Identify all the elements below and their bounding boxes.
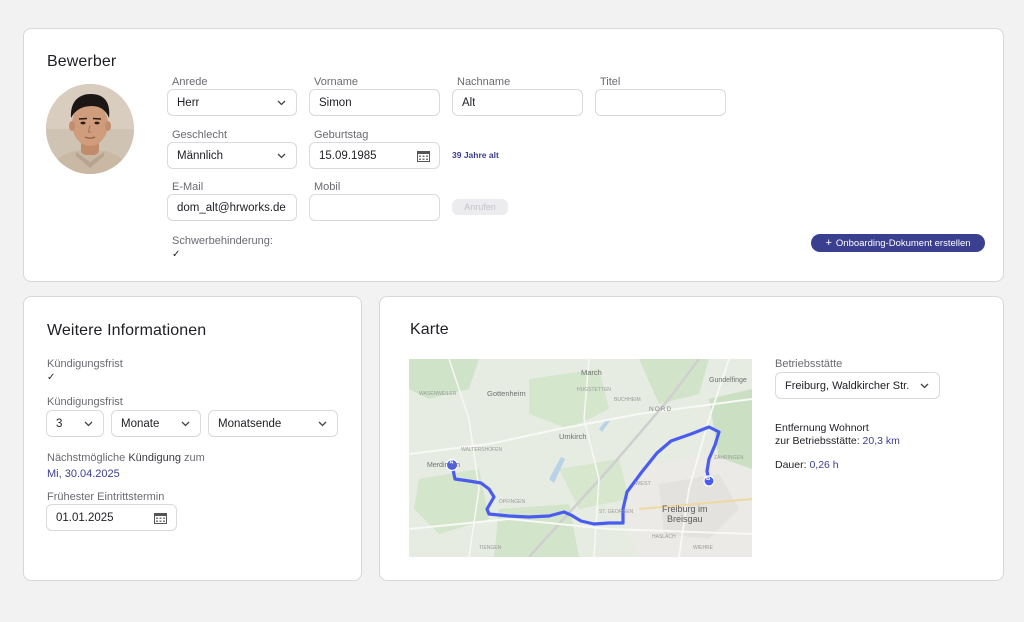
map-label-gottenheim: Gottenheim [487, 389, 526, 398]
first-name-value: Simon [319, 96, 352, 109]
map-label-wasenweiler: WASENWEILER [419, 391, 457, 397]
map-label-gundelfingen: Gundelfinge [709, 377, 747, 384]
age-text: 39 Jahre alt [452, 150, 499, 160]
duration-info: Dauer: 0,26 h [775, 459, 839, 471]
first-name-label: Vorname [314, 76, 359, 88]
notice-end-select[interactable]: Monatsende [208, 410, 338, 437]
earliest-start-input[interactable]: 01.01.2025 [46, 504, 177, 531]
email-value: dom_alt@hrworks.de [177, 201, 286, 214]
salutation-label: Anrede [172, 76, 208, 88]
mobile-input[interactable] [309, 194, 440, 221]
site-label: Betriebsstätte [775, 358, 843, 370]
gender-label: Geschlecht [172, 129, 228, 141]
chevron-down-icon [84, 421, 93, 427]
distance-label-line1: Entfernung Wohnort [775, 422, 869, 434]
last-name-input[interactable]: Alt [452, 89, 583, 116]
next-termination-value: Mi, 30.04.2025 [47, 468, 120, 480]
distance-info: Entfernung Wohnort zur Betriebsstätte: 2… [775, 422, 900, 448]
distance-value: 20,3 km [862, 435, 900, 447]
map-label-merdingen: Merdingen [427, 462, 461, 469]
academic-title-input[interactable] [595, 89, 726, 116]
notice-unit-value: Monate [121, 417, 160, 430]
birthday-input[interactable]: 15.09.1985 [309, 142, 440, 169]
onboarding-button-label: Onboarding-Dokument erstellen [835, 237, 971, 249]
last-name-label: Nachname [457, 76, 511, 88]
gender-select[interactable]: Männlich [167, 142, 297, 169]
first-name-input[interactable]: Simon [309, 89, 440, 116]
create-onboarding-document-button[interactable]: + Onboarding-Dokument erstellen [811, 234, 985, 252]
map-label-tiengen: TIENGEN [479, 545, 502, 551]
salutation-select[interactable]: Herr [167, 89, 297, 116]
avatar-photo [46, 84, 134, 174]
map-label-zaehringen: ZÄHRINGEN [714, 455, 744, 461]
chevron-down-icon [318, 421, 327, 427]
distance-label-line2: zur Betriebsstätte: 20,3 km [775, 435, 900, 448]
next-termination-label-prefix: Nächstmögliche [47, 452, 126, 464]
email-input[interactable]: dom_alt@hrworks.de [167, 194, 297, 221]
more-info-card-title: Weitere Informationen [47, 322, 207, 339]
earliest-start-value: 01.01.2025 [56, 511, 114, 524]
chevron-down-icon [181, 421, 190, 427]
notice-check-label: Kündigungsfrist [47, 358, 123, 370]
applicant-card-title: Bewerber [47, 53, 117, 70]
avatar [46, 84, 134, 174]
map-label-st-georgen: ST. GEORGEN [599, 509, 634, 515]
map-label-west: WEST [635, 481, 651, 487]
notice-end-value: Monatsende [218, 417, 282, 430]
next-termination-label: Nächstmögliche Kündigung zum [47, 452, 205, 464]
map-label-hugstetten: HUGSTETTEN [577, 387, 611, 393]
duration-value: 0,26 h [809, 459, 839, 471]
academic-title-label: Titel [600, 76, 621, 88]
map-label-opfingen: OPFINGEN [499, 499, 526, 505]
map-label-march: March [581, 368, 602, 377]
notice-period-label: Kündigungsfrist [47, 396, 123, 408]
route-map[interactable]: A B Gottenheim March Umkirch NORD Merdin… [409, 359, 752, 557]
map-label-umkirch: Umkirch [559, 432, 587, 441]
mobile-label: Mobil [314, 181, 341, 193]
marker-b-label: B [706, 476, 711, 482]
site-value: Freiburg, Waldkircher Str. [785, 379, 910, 392]
map-label-nord: NORD [649, 406, 673, 413]
map-card-title: Karte [410, 321, 449, 338]
notice-checkbox[interactable]: ✓ [47, 372, 58, 383]
map-label-haslach: HASLACH [652, 534, 676, 540]
notice-amount-value: 3 [56, 417, 63, 430]
salutation-value: Herr [177, 96, 200, 109]
birthday-value: 15.09.1985 [319, 149, 377, 162]
earliest-start-label: Frühester Eintrittstermin [47, 491, 165, 503]
plus-icon: + [825, 236, 832, 249]
map-label-freiburg: Freiburg im Breisgau [662, 504, 708, 524]
last-name-value: Alt [462, 96, 476, 109]
chevron-down-icon [920, 383, 929, 389]
calendar-icon[interactable] [417, 150, 430, 162]
disability-checkbox[interactable]: ✓ [172, 249, 183, 260]
call-button[interactable]: Anrufen [452, 199, 508, 215]
map-label-waltershofen: WALTERSHOFEN [461, 447, 503, 453]
duration-label: Dauer: [775, 459, 807, 471]
site-select[interactable]: Freiburg, Waldkircher Str. [775, 372, 940, 399]
next-termination-label-suffix: zum [184, 452, 205, 464]
disability-label: Schwerbehinderung: [172, 235, 273, 247]
notice-unit-select[interactable]: Monate [111, 410, 201, 437]
map-label-wiehre: WIEHRE [693, 545, 713, 551]
next-termination-label-bold: Kündigung [128, 452, 181, 464]
email-label: E-Mail [172, 181, 204, 193]
distance-label-text: zur Betriebsstätte: [775, 435, 860, 447]
notice-amount-select[interactable]: 3 [46, 410, 104, 437]
chevron-down-icon [277, 153, 286, 159]
chevron-down-icon [277, 100, 286, 106]
map-label-buchheim: BUCHHEIM [614, 397, 641, 403]
calendar-icon[interactable] [154, 512, 167, 524]
birthday-label: Geburtstag [314, 129, 369, 141]
gender-value: Männlich [177, 149, 224, 162]
